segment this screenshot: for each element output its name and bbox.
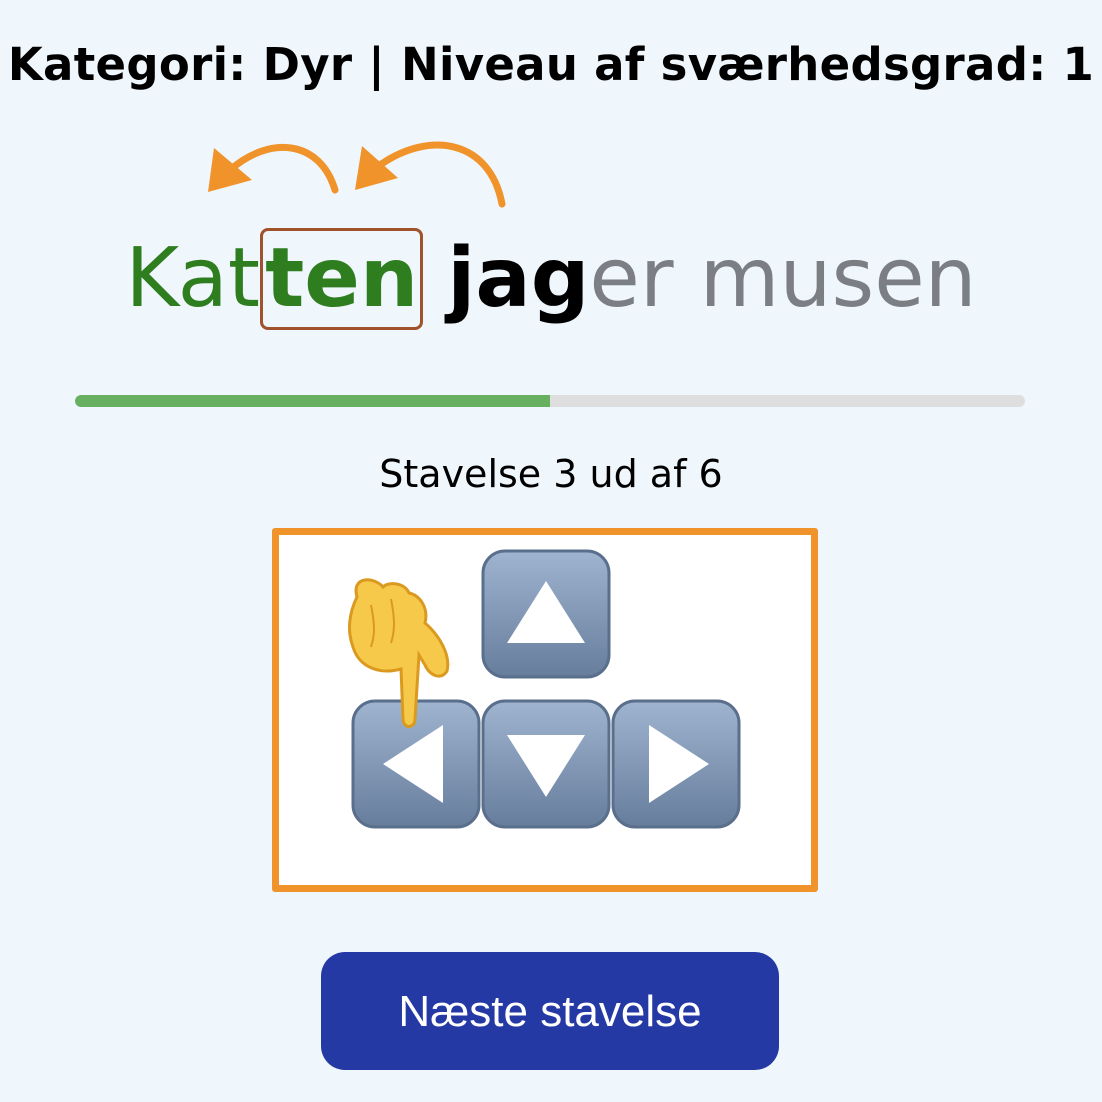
page-title: Kategori: Dyr | Niveau af sværhedsgrad: … [7,38,1095,91]
arrow-down-key-icon [481,699,611,829]
arrow-right-key-icon [611,699,741,829]
next-syllable-button[interactable]: Næste stavelse [321,952,779,1070]
syllable-done: Kat [125,231,261,326]
sentence: Katten jager musen [0,228,1102,330]
arrow-up-key-icon [481,549,611,679]
page: Kategori: Dyr | Niveau af sværhedsgrad: … [0,0,1102,1102]
progress-fill [75,395,550,407]
syllable-counter: Stavelse 3 ud af 6 [379,452,723,496]
keyboard-hint-panel [272,528,818,892]
syllable-current-box: ten [260,228,424,330]
arrow-keys-illustration [348,549,741,829]
syllable-pending: er musen [589,231,977,326]
progress-bar [75,395,1025,407]
syllable-active: jag [447,231,590,326]
swap-arrows-icon [208,141,506,208]
